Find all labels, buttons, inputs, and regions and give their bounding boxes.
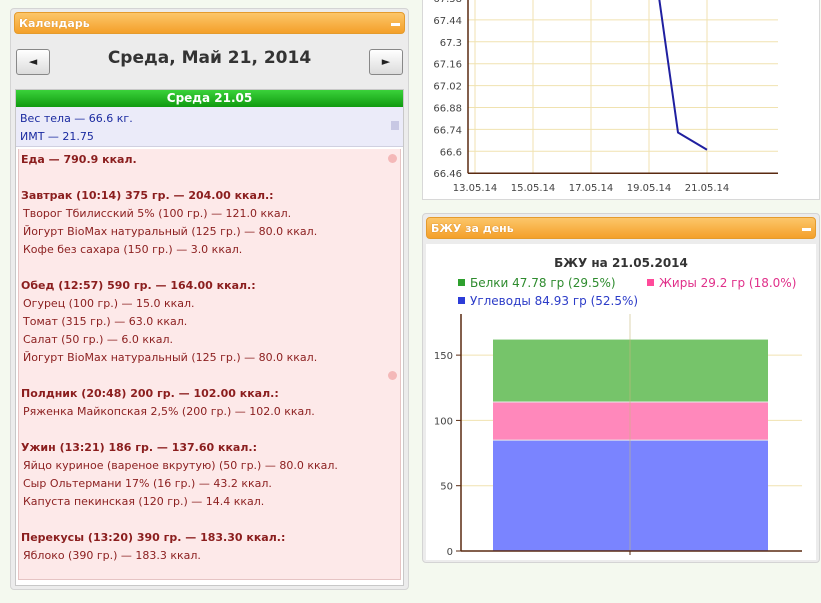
- meal-title: Ужин (13:21) 186 гр. — 137.60 ккал.:: [21, 441, 257, 454]
- meal-block: Полдник (20:48) 200 гр. — 102.00 ккал.: Р…: [21, 385, 398, 421]
- calendar-panel: Календарь ◄ Среда, Май 21, 2014 ► Среда …: [10, 8, 409, 590]
- meal-item: Йогурт BioMax натуральный (125 гр.) — 80…: [23, 225, 318, 238]
- meal-block: Завтрак (10:14) 375 гр. — 204.00 ккал.: Т…: [21, 187, 398, 259]
- meal-item: Творог Тбилисский 5% (100 гр.) — 121.0 к…: [23, 207, 292, 220]
- weight-y-tick-label: 67.44: [433, 16, 462, 27]
- meal-item: Йогурт BioMax натуральный (125 гр.) — 80…: [23, 351, 318, 364]
- meal-block: Обед (12:57) 590 гр. — 164.00 ккал.: Огур…: [21, 277, 398, 367]
- weight-x-tick-label: 21.05.14: [685, 183, 730, 194]
- meal-block: Перекусы (13:20) 390 гр. — 183.30 ккал.:…: [21, 529, 398, 565]
- meal-item: Кофе без сахара (150 гр.) — 3.0 ккал.: [23, 243, 243, 256]
- calendar-panel-header: Календарь: [14, 12, 405, 34]
- apple-icon[interactable]: [388, 371, 397, 380]
- food-section: Еда — 790.9 ккал. Завтрак (10:14) 375 гр…: [18, 149, 401, 580]
- meal-item: Огурец (100 гр.) — 15.0 ккал.: [23, 297, 195, 310]
- meal-block: Ужин (13:21) 186 гр. — 137.60 ккал.: Яйцо…: [21, 439, 398, 511]
- bju-y-tick-label: 0: [447, 547, 453, 558]
- weight-y-tick-label: 67.16: [433, 60, 462, 71]
- weight-chart-panel: 67.58 67.44 67.3 67.16 67.02 66.88 66.74 66.6 66…: [422, 0, 820, 200]
- scale-icon[interactable]: [391, 121, 399, 130]
- bju-chart-area: БЖУ на 21.05.2014 Белки 47.78 гр (29.5%)…: [426, 244, 816, 560]
- weight-value: Вес тела — 66.6 кг.: [20, 112, 133, 125]
- meal-item: Ряженка Майкопская 2,5% (200 гр.) — 102.…: [23, 405, 315, 418]
- bmi-value: ИМТ — 21.75: [20, 130, 94, 143]
- bju-panel-header: БЖУ за день: [426, 217, 816, 239]
- weight-series-line: [658, 0, 708, 151]
- bju-panel: БЖУ за день БЖУ на 21.05.2014 Белки 47.7…: [422, 213, 820, 563]
- meal-title: Завтрак (10:14) 375 гр. — 204.00 ккал.:: [21, 189, 274, 202]
- weight-x-tick-label: 19.05.14: [627, 183, 672, 194]
- food-total: Еда — 790.9 ккал.: [21, 153, 137, 166]
- meal-item: Яблоко (390 гр.) — 183.3 ккал.: [23, 549, 201, 562]
- meal-title: Перекусы (13:20) 390 гр. — 183.30 ккал.:: [21, 531, 286, 544]
- meal-item: Салат (50 гр.) — 6.0 ккал.: [23, 333, 173, 346]
- day-details: Среда 21.05 Вес тела — 66.6 кг. ИМТ — 21…: [15, 89, 404, 586]
- bju-y-tick-label: 50: [440, 482, 453, 493]
- weight-x-tick-label: 15.05.14: [511, 183, 556, 194]
- weight-y-tick-label: 66.88: [433, 104, 462, 115]
- weight-y-tick-label: 67.58: [433, 0, 462, 5]
- meal-item: Яйцо куриное (вареное вкрутую) (50 гр.) …: [23, 459, 338, 472]
- weight-y-tick-label: 67.3: [440, 38, 462, 49]
- bju-panel-title: БЖУ за день: [431, 222, 514, 235]
- bju-stacked-bar-chart: 0 50 100 150: [434, 314, 802, 558]
- minimize-icon[interactable]: [391, 23, 400, 26]
- prev-day-button[interactable]: ◄: [16, 49, 50, 75]
- weight-y-tick-label: 66.74: [433, 125, 462, 136]
- weight-x-tick-label: 17.05.14: [569, 183, 614, 194]
- apple-icon[interactable]: [388, 154, 397, 163]
- day-header: Среда 21.05: [16, 90, 403, 107]
- meal-item: Томат (315 гр.) — 63.0 ккал.: [23, 315, 188, 328]
- weight-x-tick-label: 13.05.14: [453, 183, 498, 194]
- weight-y-tick-label: 67.02: [433, 82, 462, 93]
- bju-y-tick-label: 150: [434, 351, 453, 362]
- weight-chart: 67.58 67.44 67.3 67.16 67.02 66.88 66.74 66.6 66…: [433, 0, 778, 194]
- meal-title: Полдник (20:48) 200 гр. — 102.00 ккал.:: [21, 387, 279, 400]
- meal-item: Капуста пекинская (120 гр.) — 14.4 ккал.: [23, 495, 265, 508]
- meals-list: Завтрак (10:14) 375 гр. — 204.00 ккал.: Т…: [21, 187, 398, 565]
- meal-item: Сыр Ольтермани 17% (16 гр.) — 43.2 ккал.: [23, 477, 272, 490]
- bju-y-tick-label: 100: [434, 416, 453, 427]
- minimize-icon[interactable]: [802, 228, 811, 231]
- next-day-button[interactable]: ►: [369, 49, 403, 75]
- weight-y-tick-label: 66.46: [433, 169, 462, 180]
- current-date-title: Среда, Май 21, 2014: [107, 48, 312, 68]
- calendar-panel-title: Календарь: [19, 17, 90, 30]
- meal-title: Обед (12:57) 590 гр. — 164.00 ккал.:: [21, 279, 256, 292]
- weight-y-tick-label: 66.6: [440, 147, 462, 158]
- weight-section: Вес тела — 66.6 кг. ИМТ — 21.75: [16, 107, 403, 147]
